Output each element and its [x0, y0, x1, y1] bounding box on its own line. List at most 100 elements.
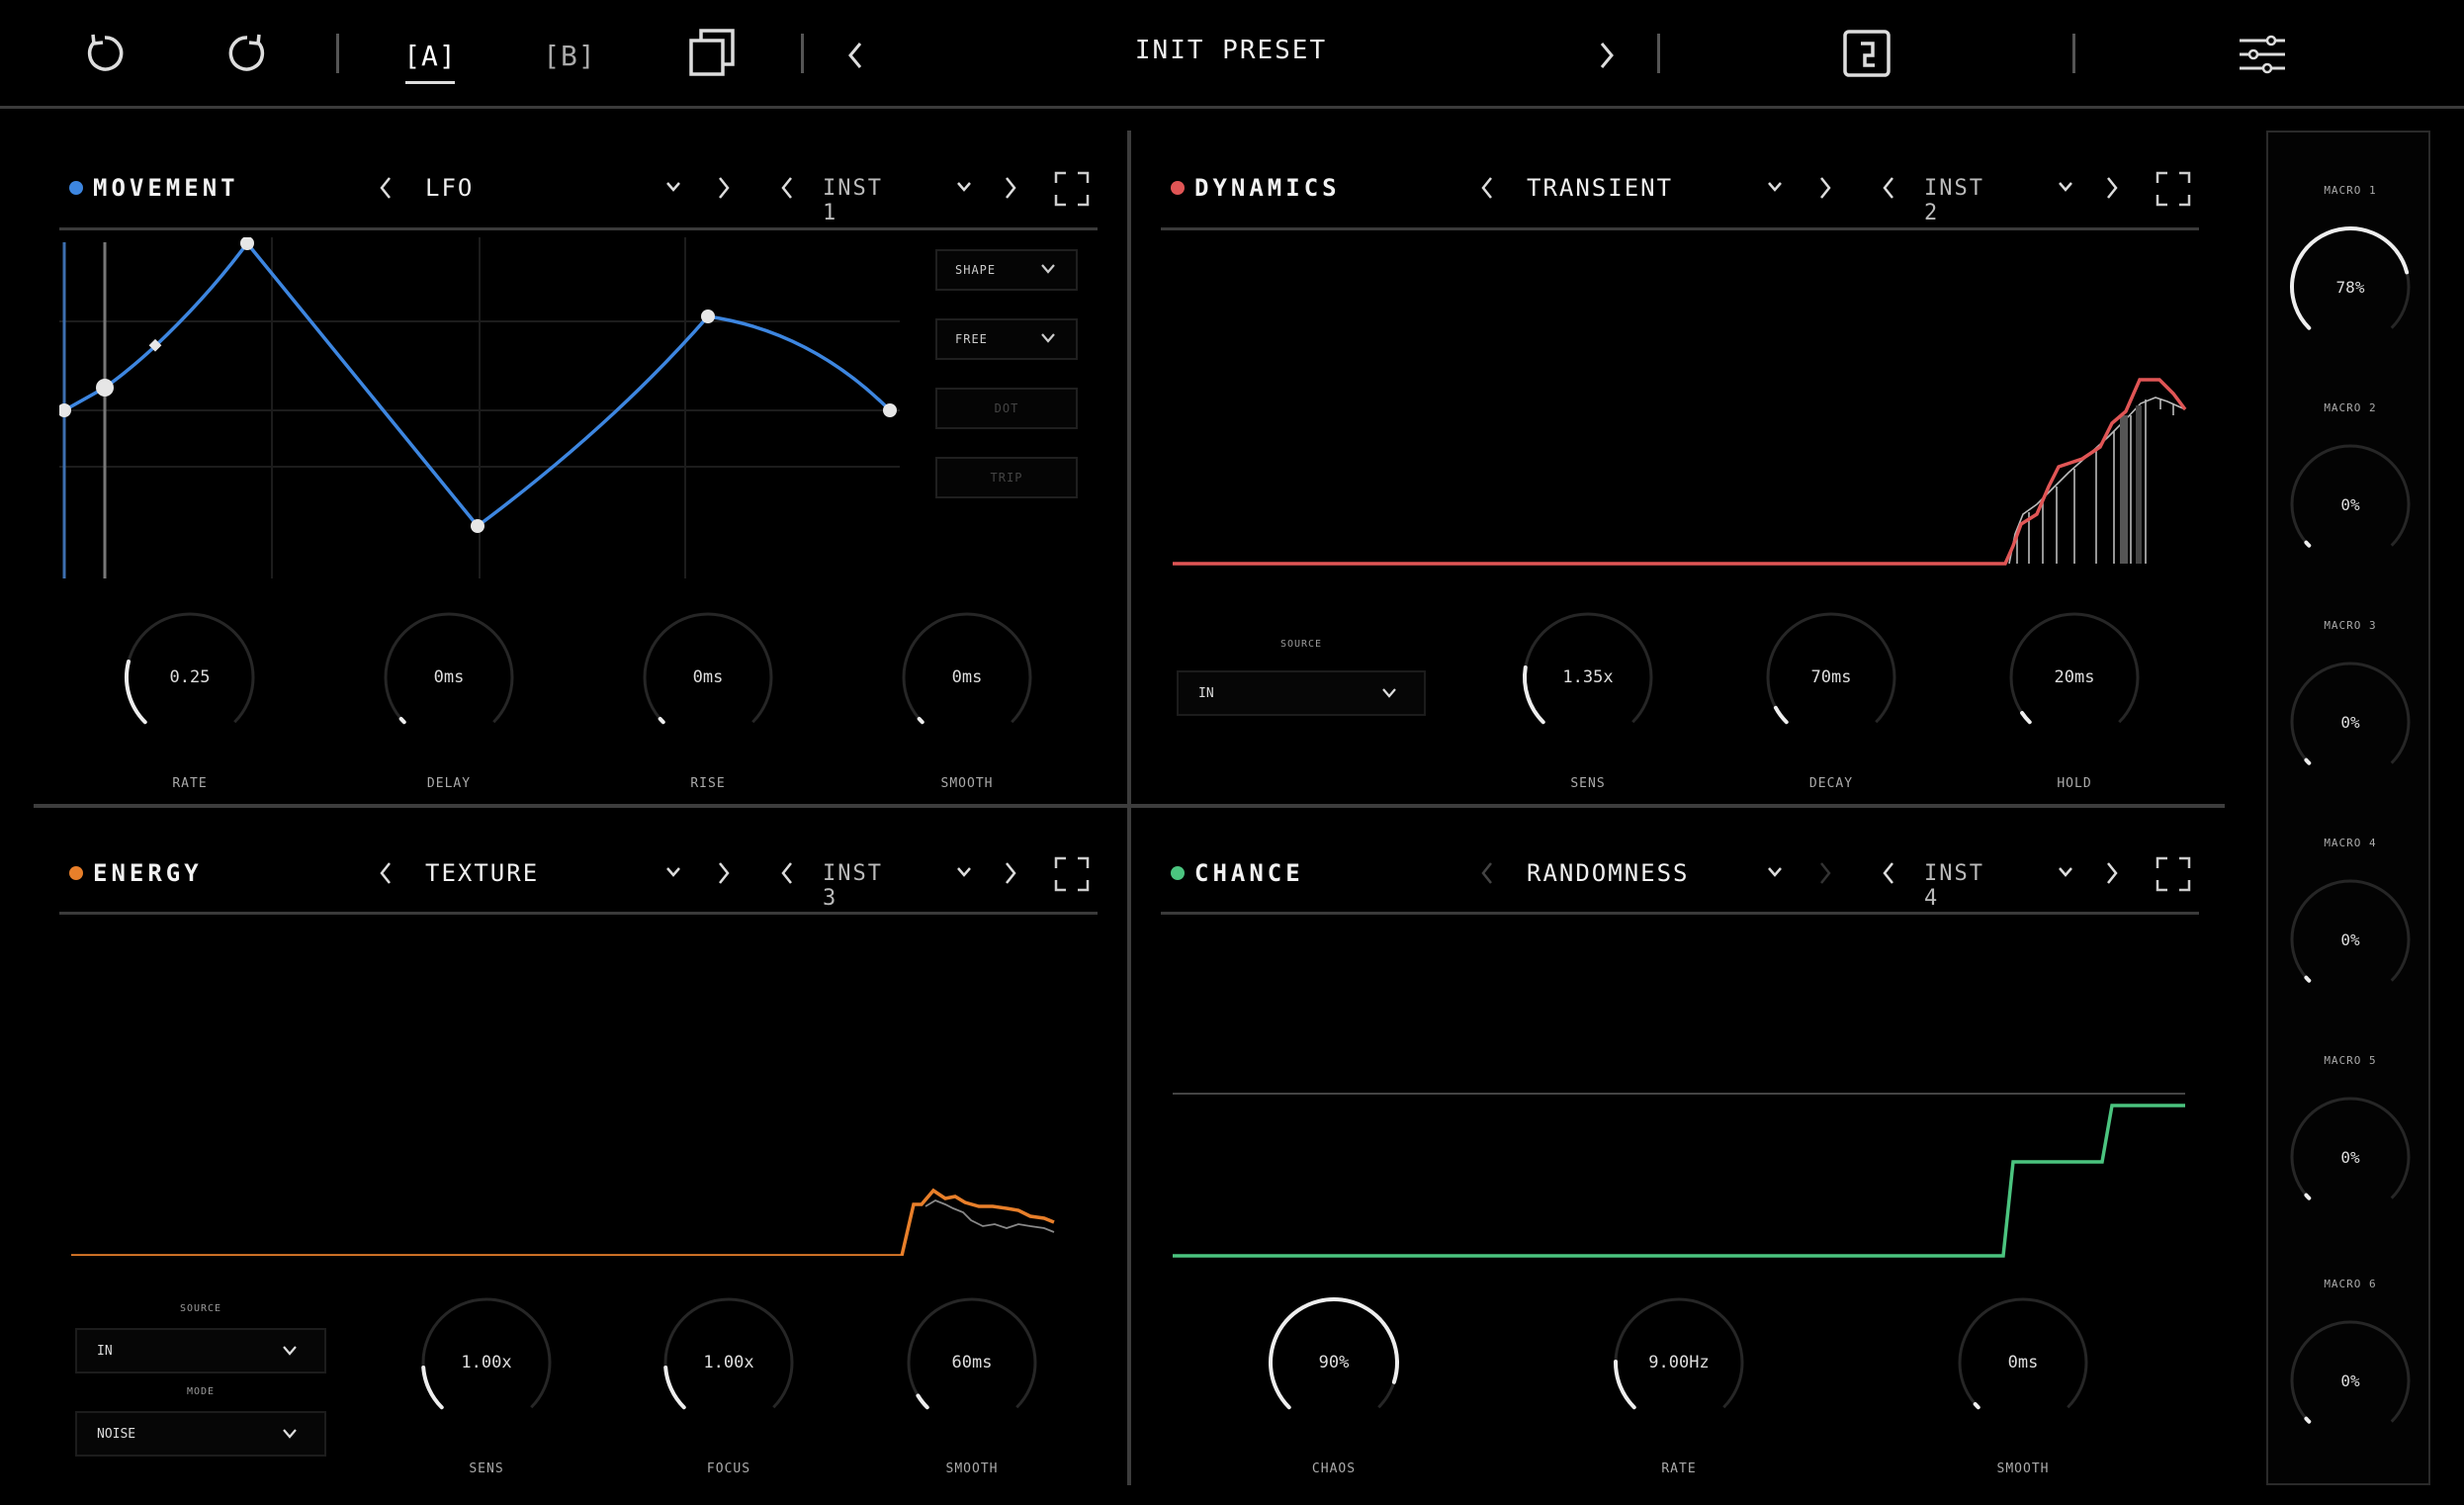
inst-name[interactable]: INST 1: [823, 176, 883, 225]
dot-toggle[interactable]: DOT: [935, 388, 1078, 429]
prev-inst-button[interactable]: [1881, 174, 1896, 202]
mode-select[interactable]: NOISE: [75, 1411, 326, 1457]
expand-button[interactable]: [1054, 171, 1090, 207]
inst-dropdown-button[interactable]: [955, 865, 973, 879]
macro-6[interactable]: MACRO 6 0%: [2268, 1278, 2432, 1445]
slot-a-button[interactable]: [A]: [400, 36, 460, 75]
chevron-left-icon: [1481, 862, 1492, 884]
macro-2[interactable]: MACRO 2 0%: [2268, 401, 2432, 569]
sens-knob[interactable]: 1.00x SENS: [417, 1293, 556, 1476]
rise-knob[interactable]: 0ms RISE: [639, 608, 777, 791]
chevron-left-icon: [1883, 862, 1893, 884]
prev-inst-button[interactable]: [779, 174, 795, 202]
macro-5[interactable]: MACRO 5 0%: [2268, 1054, 2432, 1221]
macro-value: 0%: [2340, 712, 2360, 732]
inst-name[interactable]: INST 4: [1924, 861, 1984, 911]
chevron-right-icon: [719, 177, 730, 199]
prev-mode-button[interactable]: [1479, 859, 1495, 887]
smooth-knob[interactable]: 0ms SMOOTH: [898, 608, 1036, 791]
prev-inst-button[interactable]: [779, 859, 795, 887]
macro-value: 0%: [2340, 1371, 2360, 1390]
source-select[interactable]: IN: [75, 1328, 326, 1373]
delay-knob[interactable]: 0ms DELAY: [380, 608, 518, 791]
undo-button[interactable]: [77, 26, 132, 81]
shape-label: SHAPE: [955, 263, 997, 277]
next-mode-button[interactable]: [1817, 174, 1833, 202]
prev-mode-button[interactable]: [378, 174, 394, 202]
next-inst-button[interactable]: [1003, 174, 1018, 202]
mode-dropdown-button[interactable]: [1766, 180, 1784, 194]
next-mode-button[interactable]: [716, 859, 732, 887]
macro-1[interactable]: MACRO 1 78%: [2268, 184, 2432, 351]
slot-a-underline: [405, 81, 455, 84]
macro-label: MACRO 6: [2324, 1278, 2377, 1290]
panel-title: DYNAMICS: [1194, 174, 1341, 202]
mode-name[interactable]: RANDOMNESS: [1527, 859, 1690, 887]
prev-inst-button[interactable]: [1881, 859, 1896, 887]
chevron-left-icon: [781, 862, 792, 884]
smooth-knob[interactable]: 0ms SMOOTH: [1954, 1293, 2092, 1476]
inst-dropdown-button[interactable]: [955, 180, 973, 194]
decay-knob[interactable]: 70ms DECAY: [1762, 608, 1900, 791]
chevron-right-icon: [2107, 177, 2118, 199]
rate-knob[interactable]: 0.25 RATE: [121, 608, 259, 791]
transient-line: [1173, 378, 2187, 566]
prev-mode-button[interactable]: [378, 859, 394, 887]
next-inst-button[interactable]: [2104, 859, 2120, 887]
redo-button[interactable]: [220, 26, 275, 81]
preset-name[interactable]: INIT PRESET: [1088, 36, 1374, 65]
energy-color-dot: [69, 866, 83, 880]
focus-knob[interactable]: 1.00x FOCUS: [660, 1293, 798, 1476]
next-inst-button[interactable]: [2104, 174, 2120, 202]
mode-dropdown-button[interactable]: [664, 180, 682, 194]
settings-button[interactable]: [2235, 30, 2290, 79]
slot-b-button[interactable]: [B]: [540, 36, 599, 75]
next-mode-button[interactable]: [716, 174, 732, 202]
chevron-down-icon: [957, 182, 971, 192]
copy-button[interactable]: [682, 26, 742, 81]
next-inst-button[interactable]: [1003, 859, 1018, 887]
source-select[interactable]: IN: [1177, 670, 1426, 716]
inst-name[interactable]: INST 2: [1924, 176, 1984, 225]
knob-value: 0ms: [2007, 1353, 2039, 1372]
prev-preset-button[interactable]: [840, 36, 870, 75]
macro-4[interactable]: MACRO 4 0%: [2268, 837, 2432, 1004]
next-mode-button[interactable]: [1817, 859, 1833, 887]
mode-name[interactable]: LFO: [425, 174, 474, 202]
shape-dropdown[interactable]: SHAPE: [935, 249, 1078, 291]
macro-3[interactable]: MACRO 3 0%: [2268, 619, 2432, 786]
mode-dropdown-button[interactable]: [664, 865, 682, 879]
chevron-right-icon: [719, 862, 730, 884]
inst-dropdown-button[interactable]: [2057, 865, 2074, 879]
trip-toggle[interactable]: TRIP: [935, 457, 1078, 498]
sync-mode-dropdown[interactable]: FREE: [935, 318, 1078, 360]
inst-name[interactable]: INST 3: [823, 861, 883, 911]
smooth-knob[interactable]: 60ms SMOOTH: [903, 1293, 1041, 1476]
lfo-editor[interactable]: [59, 237, 910, 583]
next-preset-button[interactable]: [1592, 36, 1622, 75]
mode-dropdown-button[interactable]: [1766, 865, 1784, 879]
expand-button[interactable]: [2156, 856, 2191, 892]
chevron-down-icon: [666, 182, 680, 192]
inst-dropdown-button[interactable]: [2057, 180, 2074, 194]
chaos-knob[interactable]: 90% CHAOS: [1265, 1293, 1403, 1476]
hold-knob[interactable]: 20ms HOLD: [2005, 608, 2144, 791]
chevron-down-icon: [1041, 333, 1055, 343]
save-preset-button[interactable]: [1837, 26, 1896, 81]
rate-knob[interactable]: 9.00Hz RATE: [1610, 1293, 1748, 1476]
knob-value: 9.00Hz: [1648, 1353, 1710, 1372]
chevron-down-icon: [1768, 867, 1782, 877]
prev-mode-button[interactable]: [1479, 174, 1495, 202]
expand-button[interactable]: [1054, 856, 1090, 892]
knob-value: 0.25: [169, 667, 211, 687]
mode-name[interactable]: TEXTURE: [425, 859, 539, 887]
chevron-down-icon: [2059, 867, 2072, 877]
sens-knob[interactable]: 1.35x SENS: [1519, 608, 1657, 791]
toolbar-divider: [1657, 34, 1660, 73]
randomness-line: [1173, 1104, 2185, 1258]
expand-icon: [2156, 856, 2191, 892]
expand-button[interactable]: [2156, 171, 2191, 207]
mode-name[interactable]: TRANSIENT: [1527, 174, 1673, 202]
chevron-right-icon: [1820, 177, 1831, 199]
redo-icon: [228, 34, 265, 71]
